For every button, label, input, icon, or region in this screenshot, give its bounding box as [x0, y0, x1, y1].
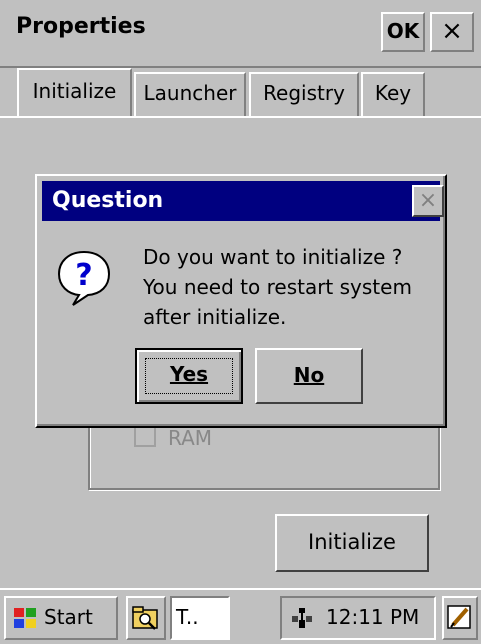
start-label: Start	[44, 605, 93, 629]
pen-icon	[447, 605, 471, 629]
dialog-message-line: Do you want to initialize ?	[143, 245, 403, 269]
input-panel-button[interactable]	[442, 596, 478, 640]
dialog-message: Do you want to initialize ? You need to …	[143, 242, 443, 332]
taskbar-task-button[interactable]: T..	[170, 596, 230, 640]
explorer-button[interactable]	[126, 596, 166, 640]
ram-checkbox[interactable]	[134, 425, 156, 447]
dialog-message-line: You need to restart system	[143, 275, 412, 299]
tab-registry[interactable]: Registry	[249, 72, 359, 116]
network-icon	[292, 608, 312, 628]
tab-panel-border	[0, 116, 481, 118]
dialog-close-button[interactable]: ×	[412, 185, 444, 217]
dialog-title: Question	[52, 188, 164, 213]
dialog-titlebar: Question ×	[42, 181, 444, 221]
clock[interactable]: 12:11 PM	[326, 598, 419, 636]
initialize-button[interactable]: Initialize	[275, 514, 429, 572]
question-dialog: Question × ? Do you want to initialize ?…	[35, 174, 447, 428]
ok-button[interactable]: OK	[381, 12, 425, 52]
yes-button[interactable]: Yes	[135, 348, 243, 404]
question-icon: ?	[57, 250, 111, 306]
close-icon: ×	[418, 188, 438, 213]
focus-rectangle	[145, 358, 233, 394]
svg-text:?: ?	[75, 258, 92, 293]
start-button[interactable]: Start	[4, 596, 118, 640]
app-titlebar: Properties OK ×	[0, 0, 481, 68]
tab-launcher[interactable]: Launcher	[134, 72, 246, 116]
folder-search-icon	[132, 606, 158, 630]
ram-label: RAM	[168, 426, 213, 450]
no-label: No	[293, 363, 325, 387]
system-tray: 12:11 PM	[280, 596, 436, 640]
taskbar: Start T.. 12:11 PM	[0, 588, 481, 644]
tab-key[interactable]: Key	[361, 72, 425, 116]
close-button[interactable]: ×	[430, 12, 474, 52]
windows-flag-icon	[14, 608, 36, 628]
no-button[interactable]: No	[255, 348, 363, 404]
tab-initialize[interactable]: Initialize	[17, 68, 132, 116]
app-title: Properties	[16, 14, 146, 39]
dialog-message-line: after initialize.	[143, 305, 287, 329]
